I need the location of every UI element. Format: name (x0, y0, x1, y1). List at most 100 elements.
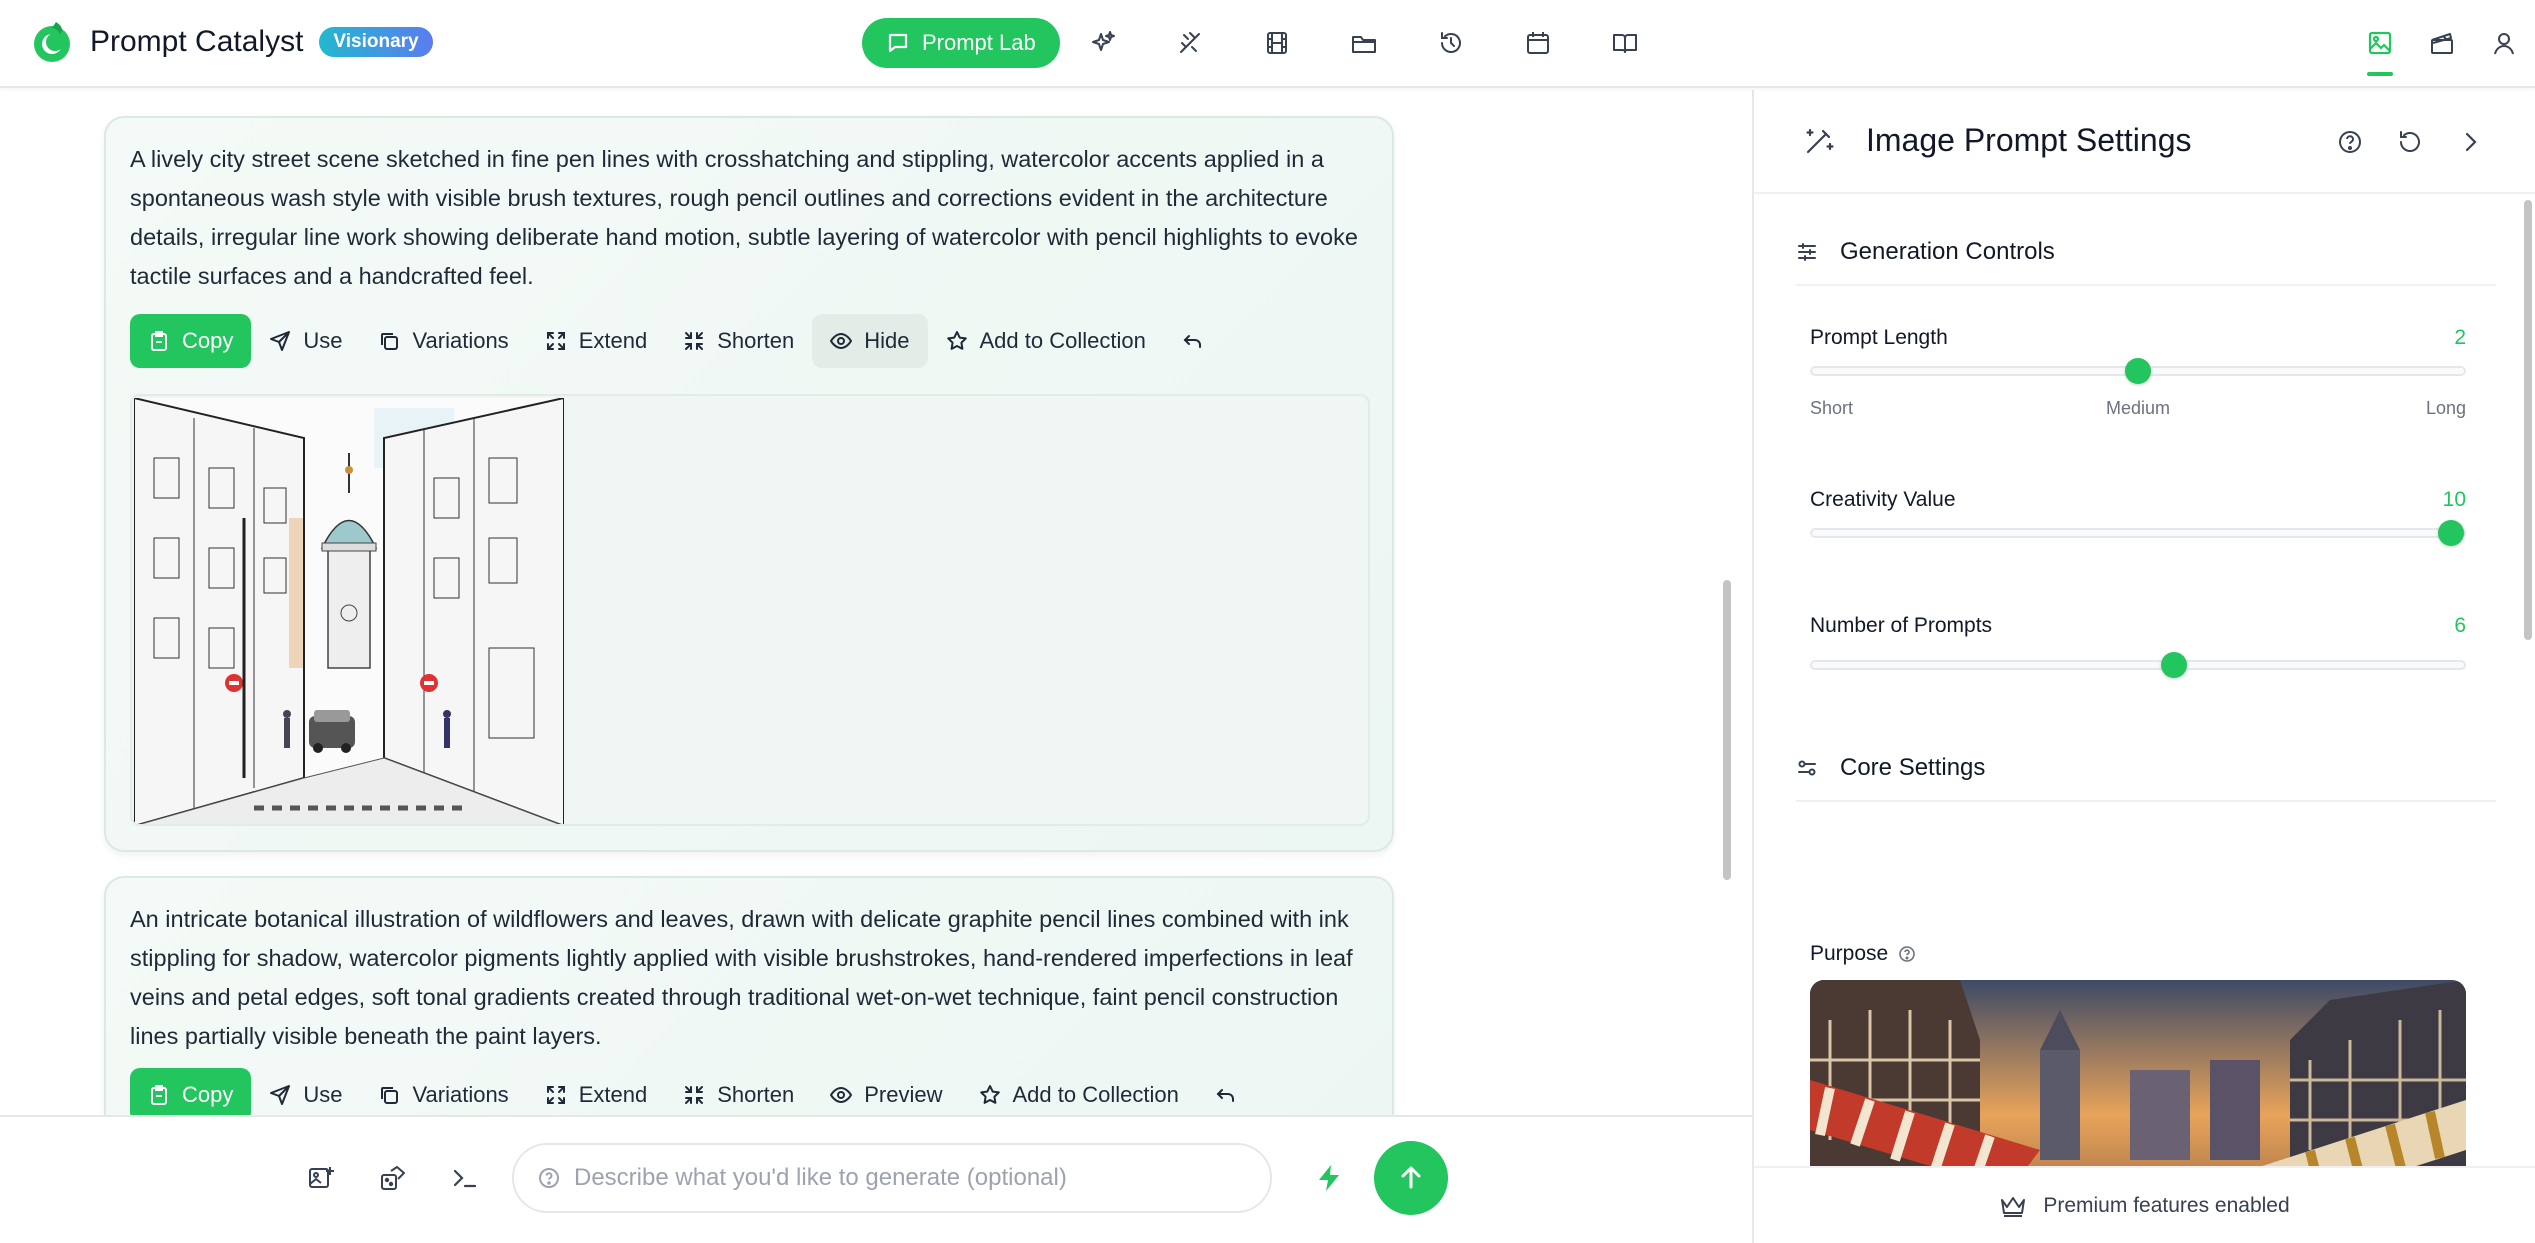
copy-layers-icon (378, 330, 400, 352)
variations-button[interactable]: Variations (360, 314, 526, 368)
terminal-button[interactable] (438, 1151, 492, 1205)
content-scrollbar[interactable] (1720, 90, 1734, 1115)
shorten-label: Shorten (717, 1082, 795, 1107)
clipboard-icon (148, 1084, 170, 1106)
variations-button[interactable]: Variations (360, 1068, 526, 1115)
use-button[interactable]: Use (251, 1068, 360, 1115)
hide-button[interactable]: Hide (812, 314, 928, 368)
purpose-image-card[interactable] (1810, 980, 2466, 1166)
chevron-right-icon (2457, 129, 2483, 155)
preview-button[interactable]: Preview (812, 1068, 960, 1115)
settings-scrollbar[interactable] (2522, 200, 2534, 1160)
reset-icon (2397, 129, 2423, 155)
arrow-up-icon (1397, 1164, 1425, 1192)
extend-button[interactable]: Extend (527, 1068, 666, 1115)
core-settings-header[interactable]: Core Settings (1796, 736, 2496, 802)
star-icon (979, 1084, 1001, 1106)
preview-label: Preview (864, 1082, 943, 1107)
copy-button[interactable]: Copy (130, 314, 252, 368)
shorten-button[interactable]: Shorten (665, 1068, 812, 1115)
settings-scrollbar-thumb[interactable] (2524, 200, 2532, 640)
image-mode-button[interactable] (2349, 18, 2411, 76)
add-to-collection-button[interactable]: Add to Collection (961, 1068, 1197, 1115)
nav-history[interactable] (1408, 18, 1495, 68)
prompt-input[interactable] (574, 1164, 1234, 1192)
random-button[interactable] (366, 1151, 420, 1205)
settings-panel-body: Generation Controls Prompt Length 2 Shor… (1754, 196, 2535, 1166)
copy-label: Copy (182, 1082, 234, 1107)
hide-label: Hide (864, 328, 910, 353)
nav-folders[interactable] (1321, 18, 1408, 68)
nav-sparkles[interactable] (1060, 18, 1147, 68)
prompt-length-slider[interactable] (1810, 358, 2466, 384)
account-button[interactable] (2473, 18, 2535, 68)
prompt-text: A lively city street scene sketched in f… (130, 146, 1358, 289)
creativity-slider[interactable] (1810, 520, 2466, 546)
help-button[interactable] (2330, 122, 2370, 162)
add-to-collection-button[interactable]: Add to Collection (928, 314, 1164, 368)
shorten-label: Shorten (717, 328, 795, 353)
wand-tools-icon (1176, 29, 1204, 57)
reset-button[interactable] (2390, 122, 2430, 162)
app-name: Prompt Catalyst (90, 25, 304, 58)
undo-button[interactable] (1164, 314, 1222, 368)
creativity-slider-thumb[interactable] (2437, 520, 2464, 546)
variations-label: Variations (412, 328, 509, 353)
extend-label: Extend (578, 1082, 648, 1107)
upload-image-button[interactable] (294, 1151, 348, 1205)
copy-layers-icon (378, 1084, 400, 1106)
generation-controls-header[interactable]: Generation Controls (1796, 220, 2496, 286)
prompt-length-slider-thumb[interactable] (2125, 358, 2151, 384)
chat-bubble-icon (886, 31, 910, 55)
prompt-card: A lively city street scene sketched in f… (104, 116, 1394, 852)
expand-icon (545, 1084, 567, 1106)
core-settings-title: Core Settings (1840, 754, 1986, 781)
dice-icon (378, 1163, 408, 1193)
brand[interactable]: Prompt Catalyst Visionary (30, 20, 433, 64)
nav-calendar[interactable] (1495, 18, 1582, 68)
help-circle-icon[interactable] (1898, 945, 1916, 963)
folder-icon (1350, 29, 1378, 57)
nav-video[interactable] (1234, 18, 1321, 68)
prompt-length-tick-long: Long (2425, 398, 2466, 418)
quick-generate-button[interactable] (1302, 1151, 1356, 1205)
use-button[interactable]: Use (251, 314, 360, 368)
undo-button[interactable] (1197, 1068, 1255, 1115)
num-prompts-slider-thumb[interactable] (2160, 652, 2187, 678)
add-to-collection-label: Add to Collection (979, 328, 1146, 353)
extend-button[interactable]: Extend (527, 314, 666, 368)
clipboard-icon (148, 330, 170, 352)
film-icon (1263, 29, 1291, 57)
variations-label: Variations (412, 1082, 509, 1107)
send-icon (269, 1084, 291, 1106)
shrink-icon (683, 1084, 705, 1106)
nav-prompt-lab[interactable]: Prompt Lab (862, 18, 1060, 68)
video-mode-button[interactable] (2411, 18, 2473, 68)
sparkles-icon (1089, 29, 1117, 57)
book-icon (1611, 29, 1639, 57)
lightning-icon (1314, 1163, 1344, 1193)
generated-image-area (130, 394, 1370, 826)
prompt-length-label: Prompt Length (1810, 326, 1948, 349)
nav-library[interactable] (1582, 18, 1669, 68)
add-to-collection-label: Add to Collection (1012, 1082, 1179, 1107)
sliders-icon (1796, 241, 1818, 263)
generation-controls-title: Generation Controls (1840, 238, 2055, 265)
prompt-input-wrapper (512, 1143, 1272, 1213)
copy-button[interactable]: Copy (130, 1068, 252, 1115)
creativity-control: Creativity Value 10 (1810, 488, 2466, 548)
settings-panel-header: Image Prompt Settings (1754, 90, 2535, 194)
nav-tools[interactable] (1147, 18, 1234, 68)
top-right-actions (2349, 18, 2535, 76)
collapse-panel-button[interactable] (2450, 122, 2490, 162)
generated-image-thumbnail[interactable] (134, 398, 564, 824)
shrink-icon (683, 330, 705, 352)
content-scrollbar-thumb[interactable] (1723, 580, 1731, 880)
shorten-button[interactable]: Shorten (665, 314, 812, 368)
submit-button[interactable] (1374, 1141, 1448, 1215)
prompt-length-control: Prompt Length 2 Short Medium Long (1810, 326, 2466, 418)
app-logo-icon (30, 20, 74, 64)
settings-panel-title: Image Prompt Settings (1866, 122, 2192, 158)
num-prompts-slider[interactable] (1810, 652, 2466, 678)
prompt-length-tick-medium: Medium (2105, 398, 2171, 418)
